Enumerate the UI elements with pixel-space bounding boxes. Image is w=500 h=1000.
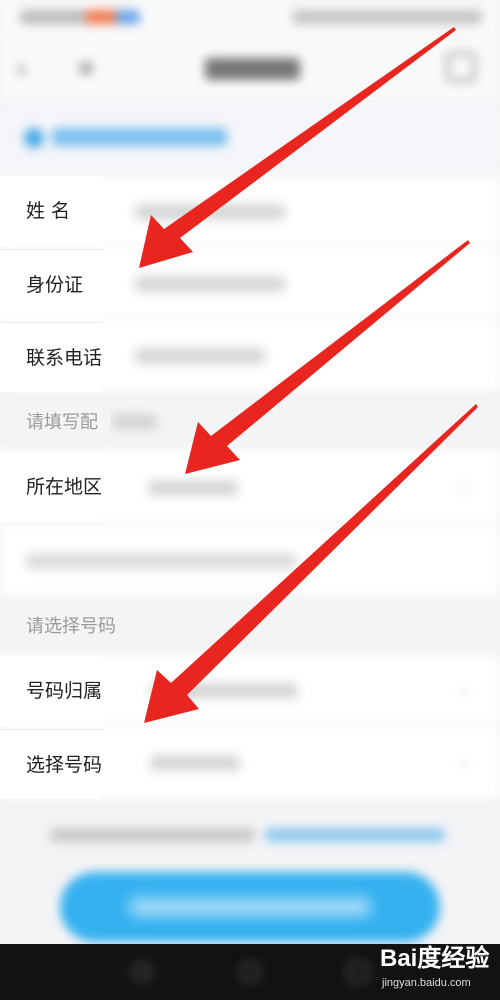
phone-label: 联系电话: [26, 347, 103, 369]
name-label: 姓 名: [26, 200, 71, 222]
region-value: [148, 480, 238, 496]
watermark-site: jingyan.baidu.com: [382, 977, 471, 989]
select-number-label-tab: 选择号码: [0, 729, 102, 799]
status-bar: [0, 0, 500, 36]
notice-text: [52, 128, 227, 146]
info-icon: [24, 128, 44, 148]
delivery-section-label: 请填写配: [26, 412, 98, 433]
number-section-tab: 请选择号码: [0, 602, 140, 650]
agreement-text: [50, 828, 255, 842]
name-label-tab: 姓 名: [0, 176, 102, 246]
name-value: [135, 204, 285, 220]
region-label: 所在地区: [26, 476, 103, 498]
phone-value: [135, 348, 265, 364]
watermark: Bai度经验 jingyan.baidu.com: [380, 942, 492, 994]
address-row[interactable]: [0, 525, 500, 597]
select-number-label: 选择号码: [26, 754, 103, 776]
system-recent-icon[interactable]: [348, 962, 368, 982]
number-region-value: [150, 683, 298, 699]
status-bar-right: [292, 10, 482, 24]
id-card-value: [135, 276, 285, 292]
system-back-icon[interactable]: [130, 960, 154, 984]
delivery-section-tab: 请填写配: [0, 398, 110, 446]
section-hint-blur: [112, 414, 157, 430]
more-icon[interactable]: [446, 52, 476, 82]
back-icon[interactable]: ‹: [16, 54, 42, 84]
submit-button-label: [130, 898, 370, 916]
id-card-label: 身份证: [26, 274, 84, 296]
chevron-right-icon: ›: [460, 751, 468, 775]
close-icon[interactable]: ✕: [76, 56, 100, 82]
watermark-logo: Bai度经验: [380, 945, 490, 972]
system-home-icon[interactable]: [240, 962, 260, 982]
notice-bar: [0, 102, 500, 174]
status-bar-left: [20, 10, 140, 24]
chevron-right-icon: ›: [460, 475, 468, 499]
agreement-row: [0, 800, 500, 870]
number-region-label-tab: 号码归属: [0, 656, 102, 726]
number-section-label: 请选择号码: [26, 616, 116, 637]
nav-bar: ‹ ✕: [0, 36, 500, 102]
region-label-tab: 所在地区: [0, 452, 102, 522]
address-value: [26, 553, 296, 569]
chevron-right-icon: ›: [460, 679, 468, 703]
agreement-link[interactable]: [265, 828, 445, 842]
phone-label-tab: 联系电话: [0, 322, 102, 392]
id-card-label-tab: 身份证: [0, 249, 102, 319]
page-title: [205, 58, 300, 80]
number-region-label: 号码归属: [26, 680, 103, 702]
select-number-value: [150, 755, 240, 771]
